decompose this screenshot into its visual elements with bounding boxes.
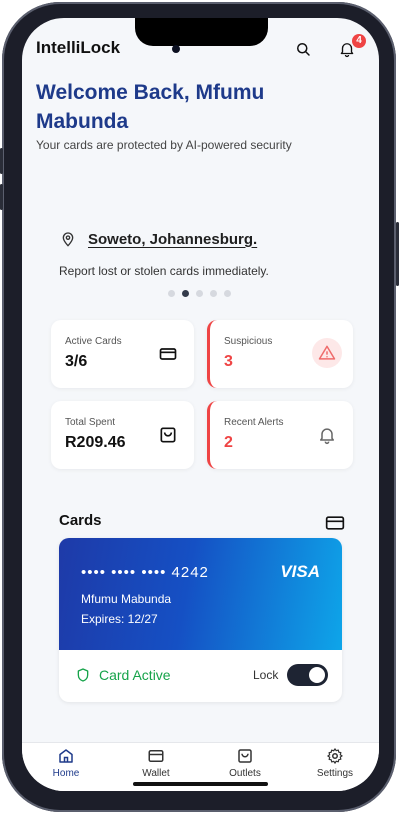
tab-wallet[interactable]: Wallet xyxy=(121,747,191,779)
tab-outlets[interactable]: Outlets xyxy=(210,747,280,779)
carousel-dot[interactable] xyxy=(210,290,217,297)
carousel-dots xyxy=(168,290,231,297)
stat-recent-alerts[interactable]: Recent Alerts 2 xyxy=(207,401,353,469)
lock-toggle[interactable] xyxy=(287,664,328,686)
stat-active-cards[interactable]: Active Cards 3/6 xyxy=(51,320,194,388)
wallet-icon xyxy=(148,750,164,762)
card-number: •••• •••• •••• 4242 xyxy=(81,564,209,581)
camera xyxy=(172,45,180,53)
shield-icon xyxy=(77,668,89,682)
welcome-subtitle: Your cards are protected by AI-powered s… xyxy=(36,138,292,152)
shopping-bag-icon xyxy=(238,749,252,763)
card-status-text: Card Active xyxy=(99,667,171,683)
location-row[interactable]: Soweto, Johannesburg. xyxy=(60,230,257,248)
stat-label: Suspicious xyxy=(224,336,273,347)
credit-card-icon[interactable] xyxy=(325,514,345,532)
stat-value: R209.46 xyxy=(65,434,126,451)
shopping-bag-icon xyxy=(160,427,176,443)
gear-icon xyxy=(327,748,343,764)
carousel-dot[interactable] xyxy=(196,290,203,297)
report-message: Report lost or stolen cards immediately. xyxy=(59,264,269,278)
stat-label: Active Cards xyxy=(65,336,122,347)
stat-value: 2 xyxy=(224,434,233,451)
tab-label: Wallet xyxy=(142,768,170,779)
warning-icon xyxy=(318,345,336,360)
search-icon[interactable] xyxy=(294,40,312,58)
cards-section-title: Cards xyxy=(59,512,102,529)
carousel-dot[interactable] xyxy=(224,290,231,297)
home-icon xyxy=(59,749,73,763)
notification-badge: 4 xyxy=(352,34,366,48)
tab-label: Home xyxy=(52,768,80,779)
side-button-left-2 xyxy=(0,184,3,210)
tab-label: Settings xyxy=(316,768,354,779)
lock-label: Lock xyxy=(253,668,279,682)
card-panel[interactable]: •••• •••• •••• 4242 VISA Mfumu Mabunda E… xyxy=(59,538,342,702)
location-pin-icon xyxy=(62,232,74,247)
stat-label: Recent Alerts xyxy=(224,417,284,428)
carousel-dot[interactable] xyxy=(168,290,175,297)
tab-settings[interactable]: Settings xyxy=(300,747,370,779)
toggle-knob xyxy=(309,667,325,683)
credit-card-icon xyxy=(159,348,177,360)
location-text[interactable]: Soweto, Johannesburg. xyxy=(88,231,257,248)
tab-label: Outlets xyxy=(229,768,261,779)
card-status: Card Active xyxy=(75,666,171,684)
notch xyxy=(135,18,268,46)
home-indicator xyxy=(133,782,268,786)
credit-card[interactable]: •••• •••• •••• 4242 VISA Mfumu Mabunda E… xyxy=(59,538,342,650)
stat-value: 3/6 xyxy=(65,353,88,370)
tab-home[interactable]: Home xyxy=(31,747,101,779)
card-expiry: Expires: 12/27 xyxy=(81,612,158,626)
stat-label: Total Spent xyxy=(65,417,116,428)
stat-value: 3 xyxy=(224,353,233,370)
side-button-right xyxy=(396,222,399,286)
welcome-heading: Welcome Back, Mfumu Mabunda xyxy=(36,81,265,133)
card-holder: Mfumu Mabunda xyxy=(81,592,172,606)
stat-total-spent[interactable]: Total Spent R209.46 xyxy=(51,401,194,469)
stat-suspicious[interactable]: Suspicious 3 xyxy=(207,320,353,388)
bell-icon xyxy=(320,428,334,445)
side-button-left xyxy=(0,148,3,174)
app-title: IntelliLock xyxy=(36,38,121,57)
carousel-dot-active[interactable] xyxy=(182,290,189,297)
app-screen: IntelliLock 4 Welcome Back, Mfumu Mabund… xyxy=(22,18,379,791)
card-brand: VISA xyxy=(280,562,320,581)
